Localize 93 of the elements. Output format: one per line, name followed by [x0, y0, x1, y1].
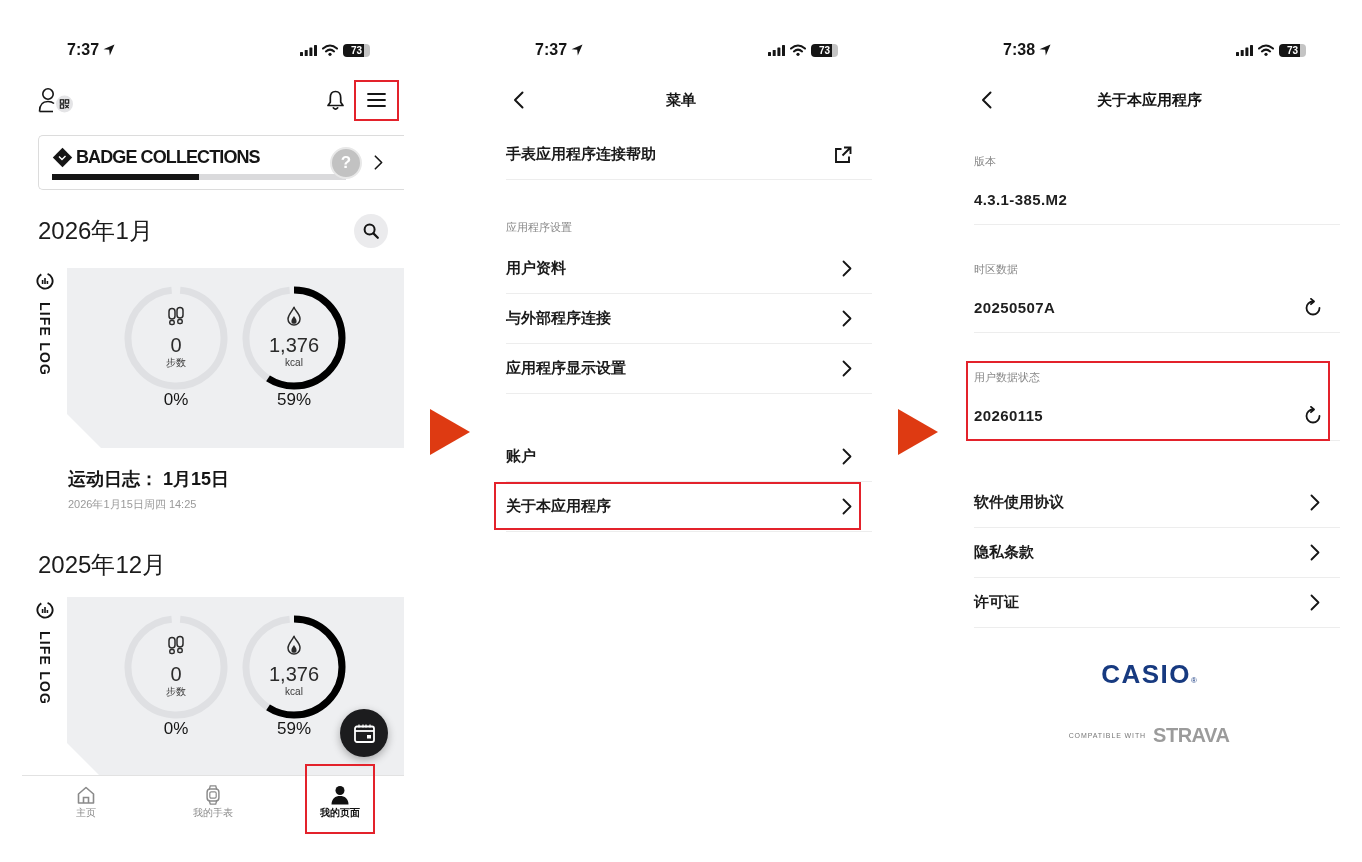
- ring-value: 0: [170, 334, 182, 356]
- tab[interactable]: 主页: [22, 776, 150, 835]
- footprints-icon: [166, 635, 186, 655]
- navigation-arrow-icon: [571, 44, 584, 56]
- life-log-card[interactable]: 0 步数 0% 1,376 kcal 59%: [67, 268, 404, 448]
- status-time: 7:37: [535, 40, 568, 60]
- menu-item[interactable]: 许可证: [974, 578, 1340, 628]
- signal-icon: [1236, 44, 1253, 56]
- chevron-right-icon: [1310, 544, 1320, 561]
- person-icon: [330, 785, 351, 805]
- ring-percent: 0%: [163, 390, 189, 410]
- badge-collections-card[interactable]: BADGE COLLECTIONS ?: [38, 135, 404, 190]
- ring-percent: 59%: [277, 390, 311, 410]
- flame-icon: [284, 635, 304, 655]
- info-label: 版本: [974, 154, 996, 168]
- menu-item[interactable]: 用户资料: [506, 244, 872, 294]
- flame-icon: [284, 306, 304, 326]
- ring-value: 0: [170, 663, 182, 685]
- badge-collections-title: BADGE COLLECTIONS: [76, 146, 260, 168]
- menu-button[interactable]: [354, 79, 399, 121]
- ring-unit: 步数: [166, 356, 186, 370]
- question-badge-icon: ?: [330, 147, 362, 179]
- info-label: 用户数据状态: [974, 370, 1040, 384]
- home-icon: [75, 785, 96, 805]
- signal-icon: [768, 44, 785, 56]
- signal-icon: [300, 44, 317, 56]
- log-entry-title: 运动日志： 1月15日: [68, 468, 230, 491]
- tab[interactable]: 我的页面: [276, 776, 404, 835]
- chevron-right-icon: [842, 448, 852, 465]
- chevron-right-icon: [842, 260, 852, 277]
- partner-logo: STRAVA: [1153, 724, 1230, 746]
- navigation-arrow-icon: [103, 44, 116, 56]
- external-link-icon: [834, 145, 852, 164]
- ring-value: 1,376: [268, 663, 320, 685]
- search-button[interactable]: [354, 214, 388, 248]
- menu-item[interactable]: 应用程序显示设置: [506, 344, 872, 394]
- info-value: 4.3.1-385.M2: [974, 190, 1068, 208]
- search-icon: [363, 223, 379, 239]
- refresh-icon[interactable]: [1304, 298, 1322, 316]
- profile-qr-icon[interactable]: [38, 87, 74, 113]
- status-time: 7:37: [67, 40, 100, 60]
- chevron-right-icon: [374, 154, 383, 171]
- battery-indicator: 73: [343, 43, 370, 57]
- calendar-icon: [353, 723, 375, 743]
- menu-item[interactable]: 关于本应用程序: [506, 482, 872, 532]
- back-icon[interactable]: [513, 91, 524, 109]
- battery-indicator: 73: [1279, 43, 1306, 57]
- month-heading: 2026年1月: [38, 219, 153, 243]
- triangle-arrow-icon: [430, 409, 470, 455]
- chevron-right-icon: [842, 498, 852, 515]
- wifi-icon: [322, 44, 338, 56]
- info-value: 20260115: [974, 406, 1044, 424]
- watch-icon: [203, 785, 223, 805]
- refresh-icon[interactable]: [1304, 406, 1322, 424]
- menu-item[interactable]: 隐私条款: [974, 528, 1340, 578]
- ring-unit: 步数: [166, 685, 186, 699]
- ring-percent: 0%: [163, 719, 189, 739]
- menu-icon: [367, 92, 386, 108]
- diamond-badge-icon: [52, 146, 73, 168]
- back-icon[interactable]: [981, 91, 992, 109]
- ring-percent: 59%: [277, 719, 311, 739]
- status-time: 7:38: [1003, 40, 1036, 60]
- chart-circle-icon: [35, 601, 54, 619]
- navigation-arrow-icon: [1039, 44, 1052, 56]
- chevron-right-icon: [842, 310, 852, 327]
- section-heading: 应用程序设置: [506, 221, 572, 233]
- chart-circle-icon: [35, 272, 54, 290]
- info-label: 时区数据: [974, 262, 1018, 276]
- menu-item[interactable]: 与外部程序连接: [506, 294, 872, 344]
- life-log-label: LIFE LOG: [36, 631, 53, 706]
- chevron-right-icon: [1310, 594, 1320, 611]
- screen-title: 菜单: [666, 90, 696, 110]
- life-log-card[interactable]: 0 步数 0% 1,376 kcal 59%: [67, 597, 404, 775]
- wifi-icon: [790, 44, 806, 56]
- ring-value: 1,376: [268, 334, 320, 356]
- menu-item[interactable]: 软件使用协议: [974, 478, 1340, 528]
- bell-icon[interactable]: [326, 89, 345, 111]
- chevron-right-icon: [1310, 494, 1320, 511]
- wifi-icon: [1258, 44, 1274, 56]
- info-value: 20250507A: [974, 298, 1056, 316]
- life-log-label: LIFE LOG: [36, 302, 53, 377]
- log-entry-date: 2026年1月15日周四 14:25: [68, 497, 197, 512]
- menu-item[interactable]: 账户: [506, 432, 872, 482]
- footprints-icon: [166, 306, 186, 326]
- ring-unit: kcal: [285, 685, 303, 699]
- battery-indicator: 73: [811, 43, 838, 57]
- triangle-arrow-icon: [898, 409, 938, 455]
- menu-item[interactable]: 手表应用程序连接帮助: [506, 130, 872, 180]
- chevron-right-icon: [842, 360, 852, 377]
- month-heading: 2025年12月: [38, 553, 167, 577]
- tab[interactable]: 我的手表: [149, 776, 277, 835]
- screen-title: 关于本应用程序: [1096, 90, 1202, 110]
- ring-unit: kcal: [285, 356, 303, 370]
